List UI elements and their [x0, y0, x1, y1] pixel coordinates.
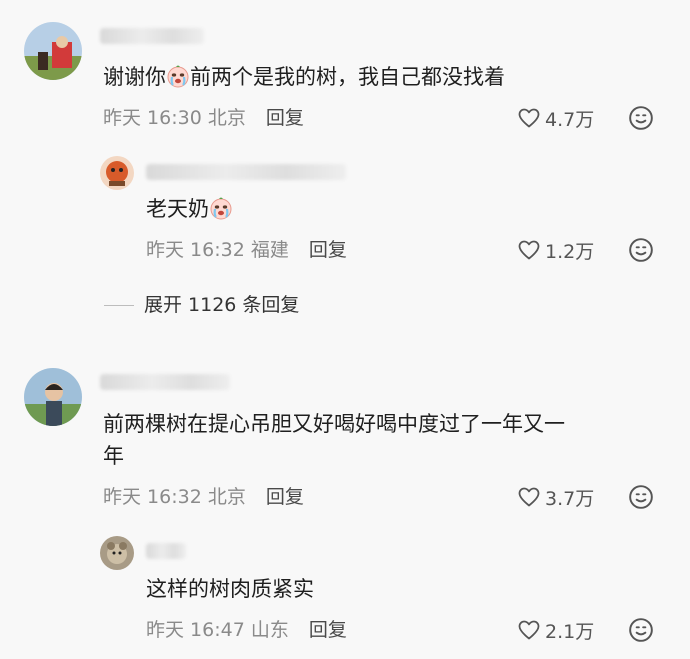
comment-text: 谢谢你 前两个是我的树，我自己都没找着: [103, 62, 505, 92]
reply-text: 老天奶: [146, 194, 233, 224]
reply-time: 昨天 16:32: [146, 239, 245, 261]
username-blurred[interactable]: [146, 164, 346, 180]
like-button[interactable]: 2.1万: [517, 618, 594, 644]
reply-text: 这样的树肉质紧实: [146, 577, 314, 601]
comment-location: 北京: [207, 486, 246, 508]
like-count: 3.7万: [545, 488, 595, 510]
avatar[interactable]: [100, 156, 134, 190]
divider: [104, 305, 134, 306]
avatar[interactable]: [24, 368, 82, 426]
reply-meta: 昨天 16:47 山东 回复: [146, 618, 347, 642]
reply-button[interactable]: 回复: [266, 107, 304, 129]
like-count: 1.2万: [545, 241, 595, 263]
comment-location: 北京: [207, 107, 246, 129]
heart-icon: [517, 485, 541, 509]
emoji-reaction-icon[interactable]: [628, 237, 654, 263]
reply-location: 福建: [250, 239, 289, 261]
expand-replies-button[interactable]: 展开 1126 条回复: [104, 293, 299, 317]
like-button[interactable]: 3.7万: [517, 485, 594, 511]
heart-icon: [517, 106, 541, 130]
reply-location: 山东: [250, 619, 289, 641]
reply-button[interactable]: 回复: [266, 486, 304, 508]
username-blurred[interactable]: [100, 28, 204, 44]
avatar[interactable]: [24, 22, 82, 80]
like-button[interactable]: 1.2万: [517, 238, 594, 264]
crying-face-icon: [209, 196, 233, 220]
comment-meta: 昨天 16:30 北京 回复: [103, 106, 304, 130]
expand-replies-label: 展开 1126 条回复: [144, 294, 300, 316]
reply-text-content: 老天奶: [146, 197, 209, 221]
emoji-reaction-icon[interactable]: [628, 617, 654, 643]
emoji-reaction-icon[interactable]: [628, 484, 654, 510]
reply-meta: 昨天 16:32 福建 回复: [146, 238, 347, 262]
comment-text-line2: 年: [103, 444, 124, 468]
avatar[interactable]: [100, 536, 134, 570]
reply-button[interactable]: 回复: [309, 619, 347, 641]
heart-icon: [517, 238, 541, 262]
reply-time: 昨天 16:47: [146, 619, 245, 641]
like-button[interactable]: 4.7万: [517, 106, 594, 132]
like-count: 4.7万: [545, 109, 595, 131]
username-blurred[interactable]: [146, 543, 186, 559]
reply-button[interactable]: 回复: [309, 239, 347, 261]
username-blurred[interactable]: [100, 374, 230, 390]
comment-text-line1: 前两棵树在提心吊胆又好喝好喝中度过了一年又一: [103, 412, 565, 436]
heart-icon: [517, 618, 541, 642]
comment-time: 昨天 16:32: [103, 486, 202, 508]
like-count: 2.1万: [545, 621, 595, 643]
crying-face-icon: [166, 64, 190, 88]
comment-meta: 昨天 16:32 北京 回复: [103, 485, 304, 509]
comment-text-part1: 谢谢你: [103, 65, 166, 89]
comment-time: 昨天 16:30: [103, 107, 202, 129]
comment-text-part2: 前两个是我的树，我自己都没找着: [190, 65, 505, 89]
emoji-reaction-icon[interactable]: [628, 105, 654, 131]
